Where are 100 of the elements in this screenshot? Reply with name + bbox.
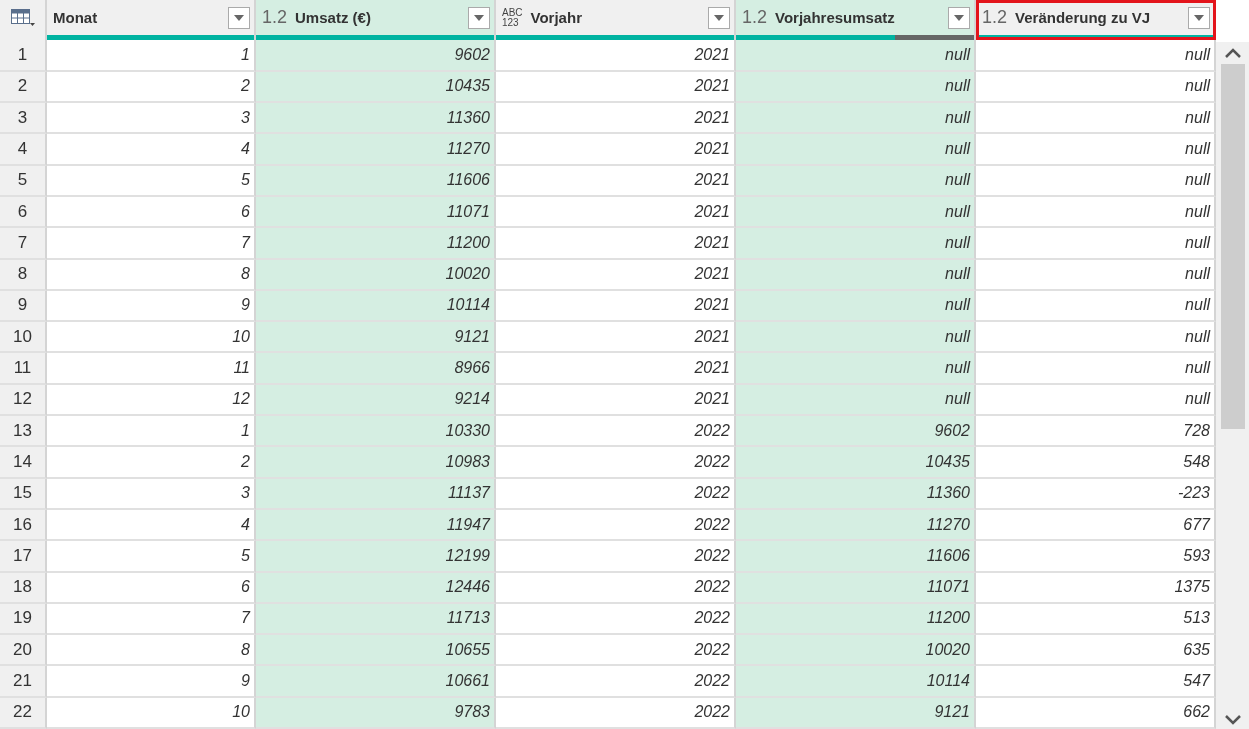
- column-name: Umsatz (€): [295, 9, 372, 27]
- table-cell: null: [976, 290, 1216, 323]
- caret-icon: [714, 14, 724, 21]
- row-number: 11: [0, 353, 47, 385]
- table-cell: 3: [47, 478, 256, 510]
- row-number: 19: [0, 603, 47, 636]
- table-cell: 9121: [736, 697, 976, 729]
- row-number: 14: [0, 447, 47, 479]
- table-cell: 2022: [496, 447, 736, 479]
- table-cell: null: [976, 71, 1216, 104]
- type-label: 1.2: [982, 7, 1008, 29]
- type-label: 1.2: [262, 7, 288, 29]
- table-cell: null: [976, 228, 1216, 260]
- column-header[interactable]: 1.2 Umsatz (€): [256, 0, 496, 41]
- column-name: Vorjahr: [530, 9, 583, 27]
- table-cell: 677: [976, 509, 1216, 542]
- table-cell: 8: [47, 635, 256, 667]
- table-cell: 3: [47, 103, 256, 135]
- row-number: 18: [0, 572, 47, 604]
- table-cell: null: [736, 165, 976, 197]
- table-cell: null: [976, 196, 1216, 229]
- row-number: 6: [0, 196, 47, 229]
- table-cell: 2022: [496, 509, 736, 542]
- scroll-up-icon[interactable]: [1224, 48, 1241, 58]
- table-cell: 4: [47, 134, 256, 166]
- table-cell: null: [736, 228, 976, 260]
- table-cell: 2021: [496, 165, 736, 197]
- filter-dropdown-button[interactable]: [708, 6, 730, 29]
- table-cell: null: [736, 71, 976, 104]
- table-cell: 2: [47, 447, 256, 479]
- table-cell: null: [976, 134, 1216, 166]
- table-cell: 11360: [256, 103, 496, 135]
- column-name: Veränderung zu VJ: [1015, 9, 1152, 27]
- table-cell: 662: [976, 697, 1216, 729]
- column-name: Monat: [53, 9, 99, 27]
- table-cell: 11947: [256, 509, 496, 542]
- table-cell: null: [736, 259, 976, 291]
- table-cell: 2022: [496, 635, 736, 667]
- table-cell: 2021: [496, 40, 736, 72]
- table-cell: 10983: [256, 447, 496, 479]
- table-cell: 7: [47, 228, 256, 260]
- table-cell: -223: [976, 478, 1216, 510]
- row-number: 20: [0, 635, 47, 667]
- table-cell: 12446: [256, 572, 496, 604]
- table-cell: 2021: [496, 322, 736, 354]
- row-number: 3: [0, 103, 47, 135]
- row-number: 8: [0, 259, 47, 291]
- table-cell: 11200: [736, 603, 976, 636]
- table-cell: 9214: [256, 384, 496, 417]
- table-cell: 513: [976, 603, 1216, 636]
- column-header[interactable]: Monat: [47, 0, 256, 41]
- table-cell: 11606: [256, 165, 496, 197]
- table-cell: 9602: [256, 40, 496, 72]
- scrollbar[interactable]: [1216, 42, 1249, 729]
- row-number: 5: [0, 165, 47, 197]
- table-cell: 2021: [496, 103, 736, 135]
- table-cell: 10435: [736, 447, 976, 479]
- table-cell: 1: [47, 416, 256, 448]
- scroll-down-icon[interactable]: [1224, 715, 1241, 725]
- row-number: 21: [0, 666, 47, 698]
- filter-dropdown-button[interactable]: [468, 6, 490, 29]
- table-cell: null: [736, 290, 976, 323]
- table-cell: 10: [47, 322, 256, 354]
- table-cell: 728: [976, 416, 1216, 448]
- table-cell: 11270: [736, 509, 976, 542]
- table-cell: null: [976, 353, 1216, 385]
- table-cell: 2022: [496, 541, 736, 573]
- table-cell: null: [736, 103, 976, 135]
- table-cell: null: [736, 134, 976, 166]
- table-cell: 2021: [496, 228, 736, 260]
- column-header[interactable]: 1.2 Veränderung zu VJ: [976, 0, 1216, 41]
- row-number: 2: [0, 71, 47, 104]
- table-cell: 2022: [496, 666, 736, 698]
- filter-dropdown-button[interactable]: [1188, 6, 1210, 29]
- table-cell: 10114: [736, 666, 976, 698]
- table-cell: 12: [47, 384, 256, 417]
- table-cell: 11137: [256, 478, 496, 510]
- filter-dropdown-button[interactable]: [228, 6, 250, 29]
- table-cell: null: [976, 322, 1216, 354]
- table-cell: 547: [976, 666, 1216, 698]
- table-cell: 593: [976, 541, 1216, 573]
- table-cell: 11360: [736, 478, 976, 510]
- column-header[interactable]: 1.2 Vorjahresumsatz: [736, 0, 976, 41]
- table-cell: 5: [47, 165, 256, 197]
- row-number: 13: [0, 416, 47, 448]
- table-menu-icon[interactable]: [10, 8, 35, 27]
- table-cell: 2021: [496, 134, 736, 166]
- table-cell: null: [976, 384, 1216, 417]
- table-cell: 6: [47, 196, 256, 229]
- table-cell: 1375: [976, 572, 1216, 604]
- row-number: 10: [0, 322, 47, 354]
- type-label: ABC 123: [502, 7, 523, 28]
- filter-dropdown-button[interactable]: [948, 6, 970, 29]
- table-cell: 1: [47, 40, 256, 72]
- table-cell: null: [976, 103, 1216, 135]
- table-cell: 2021: [496, 196, 736, 229]
- table-cell: 10114: [256, 290, 496, 323]
- row-number: 7: [0, 228, 47, 260]
- table-cell: 10435: [256, 71, 496, 104]
- scrollbar-thumb[interactable]: [1220, 64, 1245, 429]
